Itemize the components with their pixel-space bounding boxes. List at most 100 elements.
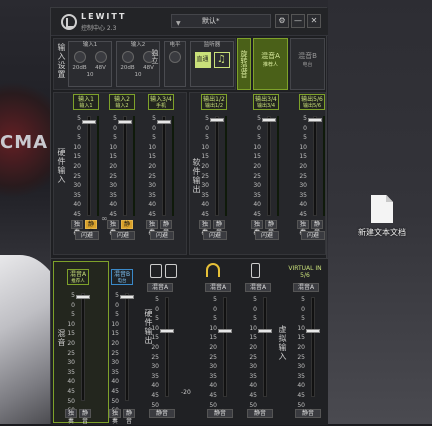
hp-out-mute-button[interactable]: 静音 (207, 409, 233, 418)
mix-b-tick: 25 (111, 349, 119, 357)
hw-input-1-fader-track[interactable] (87, 116, 91, 216)
hw-input-3-mute-button[interactable]: 静音 (160, 220, 172, 236)
hw-input-3-flash-button[interactable]: 闪避 (150, 231, 174, 240)
mix-a-fader-cap[interactable] (76, 295, 90, 299)
hw-input-2-tick: 30 (109, 182, 117, 190)
input1-phantom-toggle[interactable] (94, 51, 107, 63)
sw-output-3-fader-track[interactable] (313, 116, 317, 216)
sw-output-1-mute-button[interactable]: 静音 (213, 220, 225, 236)
mix-a-solo-button[interactable]: 独奏 (65, 409, 77, 425)
hw-input-2-mute-button[interactable]: 静音 (121, 220, 133, 236)
hw-input-2-solo-button[interactable]: 独奏 (107, 220, 119, 236)
hw-input-1-flash-button[interactable]: 闪避 (75, 231, 99, 240)
lewitt-control-center-window: LEWITT 控制中心 2.3 ▼ 默认* ⚙ — ✕ 输入设置 输入1 20dB… (50, 7, 328, 425)
hw-input-2-flash-button[interactable]: 闪避 (111, 231, 135, 240)
hp-out-fader-track[interactable] (223, 297, 227, 397)
rotate-mix-tab[interactable]: 旋转混音 (237, 38, 251, 90)
hw-input-2-fader-track[interactable] (123, 116, 127, 216)
hw-input-1-tick: 10 (73, 143, 81, 151)
mix-b-tick: 0 (115, 301, 119, 309)
phone-out-mix-select[interactable]: 混音A (245, 283, 271, 292)
mix-b-fader-cap[interactable] (120, 295, 134, 299)
virtual-in-tick: 30 (297, 363, 305, 371)
sw-output-2-fader-track[interactable] (267, 116, 271, 216)
virtual-in-mute-button[interactable]: 静音 (295, 409, 321, 418)
hw-input-3-solo-button[interactable]: 独奏 (146, 220, 158, 236)
hp-out-fader-cap[interactable] (218, 329, 232, 333)
sw-output-1-flash-button[interactable]: 闪避 (203, 231, 227, 240)
sw-output-2-flash-button[interactable]: 闪避 (255, 231, 279, 240)
hw-input-3-name: 输入3/4 (150, 96, 172, 103)
phone-out-fader-cap[interactable] (258, 329, 272, 333)
sw-output-3-tick: 0 (303, 124, 307, 132)
sw-output-2-solo-button[interactable]: 独奏 (251, 220, 263, 236)
hp-out-tick: 40 (209, 382, 217, 390)
sw-output-2-tick: 20 (253, 162, 261, 170)
mix-b-solo-button[interactable]: 独奏 (109, 409, 121, 425)
input2-gain-knob[interactable] (121, 51, 134, 63)
sw-output-1-sub: 输出1/2 (204, 103, 224, 109)
monitor-box: 监听器 直通 ♫ (190, 41, 234, 87)
mix-a-tab[interactable]: 混音A 推荐人 (253, 38, 288, 90)
sw-output-1-fader-track[interactable] (215, 116, 219, 216)
mix-b-tick: 40 (111, 378, 119, 386)
mix-a-fader-track[interactable] (81, 293, 85, 401)
virtual-in-tick: 20 (297, 343, 305, 351)
hp-out-tick: 15 (209, 334, 217, 342)
sw-output-3-mute-button[interactable]: 静音 (311, 220, 323, 236)
mix-b-fader-track[interactable] (125, 293, 129, 401)
sw-output-1-fader-cap[interactable] (210, 118, 224, 122)
hw-input-1-tick: 5 (77, 115, 81, 122)
virtual-in-mix-select[interactable]: 混音A (293, 283, 319, 292)
sw-output-1-solo-button[interactable]: 独奏 (199, 220, 211, 236)
hw-out-mix-select[interactable]: 混音A (147, 283, 173, 292)
hw-input-1-tick: 5 (77, 134, 81, 142)
hw-input-1-solo-button[interactable]: 独奏 (71, 220, 83, 236)
hw-input-1-mute-button[interactable]: 静音 (85, 220, 97, 236)
hw-input-1-fader-cap[interactable] (82, 120, 96, 124)
app-version: 控制中心 2.3 (81, 25, 117, 32)
sw-output-2-tick: 5 (257, 115, 261, 122)
phone-out-fader-track[interactable] (263, 297, 267, 397)
hw-out-mute-button[interactable]: 静音 (149, 409, 175, 418)
sw-output-2-mute-button[interactable]: 静音 (265, 220, 277, 236)
hw-input-3-label: 输入3/4 手机 (148, 94, 174, 110)
headphones-icon-2 (206, 263, 220, 277)
app-brand: LEWITT (81, 12, 127, 21)
hw-input-3-meter (172, 116, 174, 216)
hw-input-3-fader-track[interactable] (162, 116, 166, 216)
sw-output-2-fader-cap[interactable] (262, 118, 276, 122)
mix-section: 混音 混音A 推荐人 混音B 电台 硬件输出 虚拟输入 VIRTUAL IN 5/6 … (51, 258, 328, 425)
level-knob[interactable] (169, 51, 181, 63)
hp-out-mix-select[interactable]: 混音A (205, 283, 231, 292)
hw-out-fader-track[interactable] (165, 297, 169, 397)
minimize-button[interactable]: — (291, 14, 305, 28)
virtual-in-fader-cap[interactable] (306, 329, 320, 333)
phone-out-mute-button[interactable]: 静音 (247, 409, 273, 418)
sw-output-3-fader-cap[interactable] (308, 118, 322, 122)
mix-b-tick: 50 (111, 397, 119, 405)
hw-out-fader-cap[interactable] (160, 329, 174, 333)
mix-a-tick: 45 (67, 387, 75, 395)
sw-output-3-flash-button[interactable]: 闪避 (301, 231, 325, 240)
title-bar[interactable]: LEWITT 控制中心 2.3 ▼ 默认* ⚙ — ✕ (51, 8, 328, 36)
hw-input-1-tick: 25 (73, 172, 81, 180)
link-icon[interactable]: ∞ (101, 214, 108, 223)
settings-button[interactable]: ⚙ (275, 14, 289, 28)
virtual-in-fader-track[interactable] (311, 297, 315, 397)
hw-input-3-fader-cap[interactable] (157, 120, 171, 124)
hw-input-2-fader-cap[interactable] (118, 120, 132, 124)
headphones-icon[interactable]: ♫ (213, 52, 230, 68)
input1-gain-knob[interactable] (73, 51, 86, 63)
mix-b-tab[interactable]: 混音B 电台 (290, 38, 325, 90)
preset-dropdown[interactable]: ▼ 默认* (171, 14, 271, 28)
desktop-file-icon[interactable]: 新建文本文档 (352, 195, 412, 238)
close-button[interactable]: ✕ (307, 14, 321, 28)
hw-input-1-name: 输入1 (78, 96, 94, 103)
hw-input-3-tick: 45 (148, 210, 156, 218)
mix-b-mute-button[interactable]: 静音 (123, 409, 135, 425)
mix-a-mute-button[interactable]: 静音 (79, 409, 91, 425)
phone-out-tick: 20 (249, 343, 257, 351)
direct-monitor-button[interactable]: 直通 (194, 52, 211, 68)
sw-output-3-solo-button[interactable]: 独奏 (297, 220, 309, 236)
